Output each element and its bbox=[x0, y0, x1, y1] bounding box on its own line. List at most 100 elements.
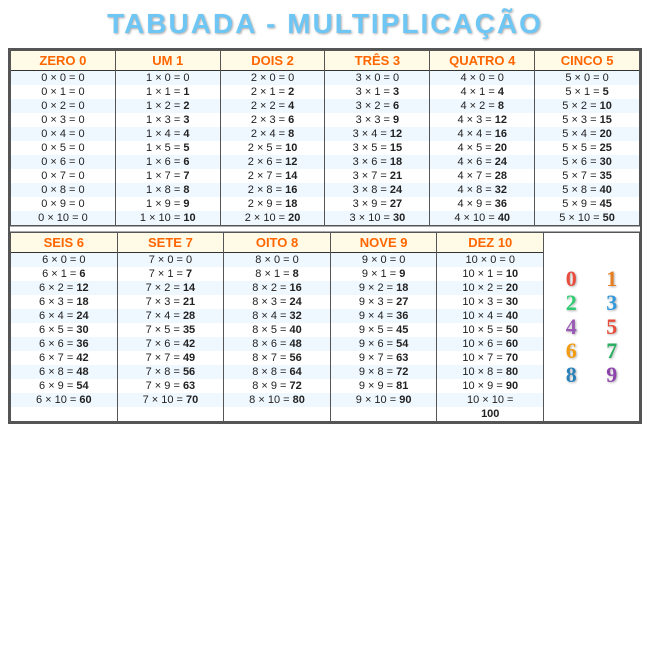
section-header: SETE 7 bbox=[118, 233, 224, 253]
table-row: 9 × 8 = 72 bbox=[331, 365, 437, 379]
table-row: 10 × 5 = 50 bbox=[437, 323, 543, 337]
table-row: 3 × 5 = 15 bbox=[325, 141, 429, 155]
table-row: 6 × 6 = 36 bbox=[11, 337, 117, 351]
table-row: 4 × 10 = 40 bbox=[430, 211, 534, 225]
table-row: 1 × 7 = 7 bbox=[116, 169, 220, 183]
table-row: 4 × 5 = 20 bbox=[430, 141, 534, 155]
cartoon-digit: 5 bbox=[606, 316, 617, 338]
multiplication-section: SETE 77 × 0 = 07 × 1 = 77 × 2 = 147 × 3 … bbox=[117, 233, 224, 422]
table-row: 0 × 1 = 0 bbox=[11, 85, 115, 99]
table-row: 10 × 2 = 20 bbox=[437, 281, 543, 295]
table-row: 9 × 0 = 0 bbox=[331, 253, 437, 267]
table-row: 1 × 5 = 5 bbox=[116, 141, 220, 155]
table-row: 3 × 0 = 0 bbox=[325, 71, 429, 85]
table-row: 7 × 10 = 70 bbox=[118, 393, 224, 407]
table-row: 10 × 4 = 40 bbox=[437, 309, 543, 323]
table-row: 5 × 8 = 40 bbox=[535, 183, 639, 197]
table-row: 5 × 4 = 20 bbox=[535, 127, 639, 141]
cartoon-digit: 3 bbox=[606, 292, 617, 314]
table-row: 5 × 7 = 35 bbox=[535, 169, 639, 183]
section-header: ZERO 0 bbox=[11, 51, 115, 71]
table-row: 8 × 9 = 72 bbox=[224, 379, 330, 393]
table-row: 7 × 0 = 0 bbox=[118, 253, 224, 267]
table-row: 8 × 2 = 16 bbox=[224, 281, 330, 295]
cartoon-digit: 4 bbox=[566, 316, 577, 338]
table-row: 1 × 2 = 2 bbox=[116, 99, 220, 113]
table-row: 0 × 7 = 0 bbox=[11, 169, 115, 183]
multiplication-section: TRÊS 33 × 0 = 03 × 1 = 33 × 2 = 63 × 3 =… bbox=[325, 51, 430, 226]
table-row: 8 × 3 = 24 bbox=[224, 295, 330, 309]
multiplication-section: NOVE 99 × 0 = 09 × 1 = 99 × 2 = 189 × 3 … bbox=[330, 233, 437, 422]
table-row: 5 × 2 = 10 bbox=[535, 99, 639, 113]
table-row: 7 × 9 = 63 bbox=[118, 379, 224, 393]
table-row: 2 × 0 = 0 bbox=[221, 71, 325, 85]
section-header: TRÊS 3 bbox=[325, 51, 429, 71]
multiplication-section: OITO 88 × 0 = 08 × 1 = 88 × 2 = 168 × 3 … bbox=[224, 233, 331, 422]
table-row: 10 × 3 = 30 bbox=[437, 295, 543, 309]
table-row: 4 × 7 = 28 bbox=[430, 169, 534, 183]
table-row: 10 × 0 = 0 bbox=[437, 253, 543, 267]
table-row: 4 × 8 = 32 bbox=[430, 183, 534, 197]
table-row: 0 × 2 = 0 bbox=[11, 99, 115, 113]
table-row: 6 × 8 = 48 bbox=[11, 365, 117, 379]
table-row: 9 × 5 = 45 bbox=[331, 323, 437, 337]
table-row: 100 bbox=[437, 407, 543, 421]
table-row: 6 × 10 = 60 bbox=[11, 393, 117, 407]
cartoon-numbers-image: 0123456789 bbox=[544, 233, 640, 422]
table-row: 2 × 6 = 12 bbox=[221, 155, 325, 169]
table-row: 2 × 7 = 14 bbox=[221, 169, 325, 183]
table-row: 7 × 4 = 28 bbox=[118, 309, 224, 323]
table-row: 1 × 9 = 9 bbox=[116, 197, 220, 211]
table-row: 10 × 7 = 70 bbox=[437, 351, 543, 365]
table-row: 6 × 2 = 12 bbox=[11, 281, 117, 295]
table-row: 9 × 3 = 27 bbox=[331, 295, 437, 309]
table-row: 3 × 3 = 9 bbox=[325, 113, 429, 127]
cartoon-digit: 7 bbox=[606, 340, 617, 362]
multiplication-section: UM 11 × 0 = 01 × 1 = 11 × 2 = 21 × 3 = 3… bbox=[115, 51, 220, 226]
table-row: 3 × 1 = 3 bbox=[325, 85, 429, 99]
table-row: 7 × 6 = 42 bbox=[118, 337, 224, 351]
table-row: 4 × 9 = 36 bbox=[430, 197, 534, 211]
table-row: 1 × 4 = 4 bbox=[116, 127, 220, 141]
table-row: 1 × 8 = 8 bbox=[116, 183, 220, 197]
page-title: TABUADA - MULTIPLICAÇÃO bbox=[8, 8, 642, 40]
table-row: 5 × 9 = 45 bbox=[535, 197, 639, 211]
multiplication-section: DOIS 22 × 0 = 02 × 1 = 22 × 2 = 42 × 3 =… bbox=[220, 51, 325, 226]
table-row: 1 × 10 = 10 bbox=[116, 211, 220, 225]
table-row: 8 × 6 = 48 bbox=[224, 337, 330, 351]
table-row: 2 × 1 = 2 bbox=[221, 85, 325, 99]
table-row: 4 × 0 = 0 bbox=[430, 71, 534, 85]
cartoon-digit: 1 bbox=[606, 268, 617, 290]
table-row: 4 × 3 = 12 bbox=[430, 113, 534, 127]
multiplication-section: SEIS 66 × 0 = 06 × 1 = 66 × 2 = 126 × 3 … bbox=[11, 233, 118, 422]
table-row: 10 × 6 = 60 bbox=[437, 337, 543, 351]
table-row: 5 × 0 = 0 bbox=[535, 71, 639, 85]
multiplication-section: CINCO 55 × 0 = 05 × 1 = 55 × 2 = 105 × 3… bbox=[535, 51, 640, 226]
table-row: 0 × 3 = 0 bbox=[11, 113, 115, 127]
table-row: 1 × 3 = 3 bbox=[116, 113, 220, 127]
table-row: 6 × 5 = 30 bbox=[11, 323, 117, 337]
cartoon-digit: 2 bbox=[566, 292, 577, 314]
table-row: 9 × 1 = 9 bbox=[331, 267, 437, 281]
table-row: 0 × 5 = 0 bbox=[11, 141, 115, 155]
table-row: 7 × 7 = 49 bbox=[118, 351, 224, 365]
table-row: 4 × 6 = 24 bbox=[430, 155, 534, 169]
table-row: 6 × 7 = 42 bbox=[11, 351, 117, 365]
table-row: 0 × 0 = 0 bbox=[11, 71, 115, 85]
table-row: 2 × 9 = 18 bbox=[221, 197, 325, 211]
section-header: UM 1 bbox=[116, 51, 220, 71]
cartoon-digit: 0 bbox=[566, 268, 577, 290]
cartoon-digit: 9 bbox=[606, 364, 617, 386]
table-row: 8 × 10 = 80 bbox=[224, 393, 330, 407]
cartoon-digit: 8 bbox=[566, 364, 577, 386]
table-row: 7 × 3 = 21 bbox=[118, 295, 224, 309]
table-row: 0 × 6 = 0 bbox=[11, 155, 115, 169]
table-row: 10 × 9 = 90 bbox=[437, 379, 543, 393]
table-row: 7 × 5 = 35 bbox=[118, 323, 224, 337]
table-row: 10 × 10 = bbox=[437, 393, 543, 407]
multiplication-section: QUATRO 44 × 0 = 04 × 1 = 44 × 2 = 84 × 3… bbox=[430, 51, 535, 226]
table-row: 9 × 6 = 54 bbox=[331, 337, 437, 351]
table-row: 7 × 1 = 7 bbox=[118, 267, 224, 281]
table-row: 0 × 4 = 0 bbox=[11, 127, 115, 141]
table-row: 3 × 6 = 18 bbox=[325, 155, 429, 169]
